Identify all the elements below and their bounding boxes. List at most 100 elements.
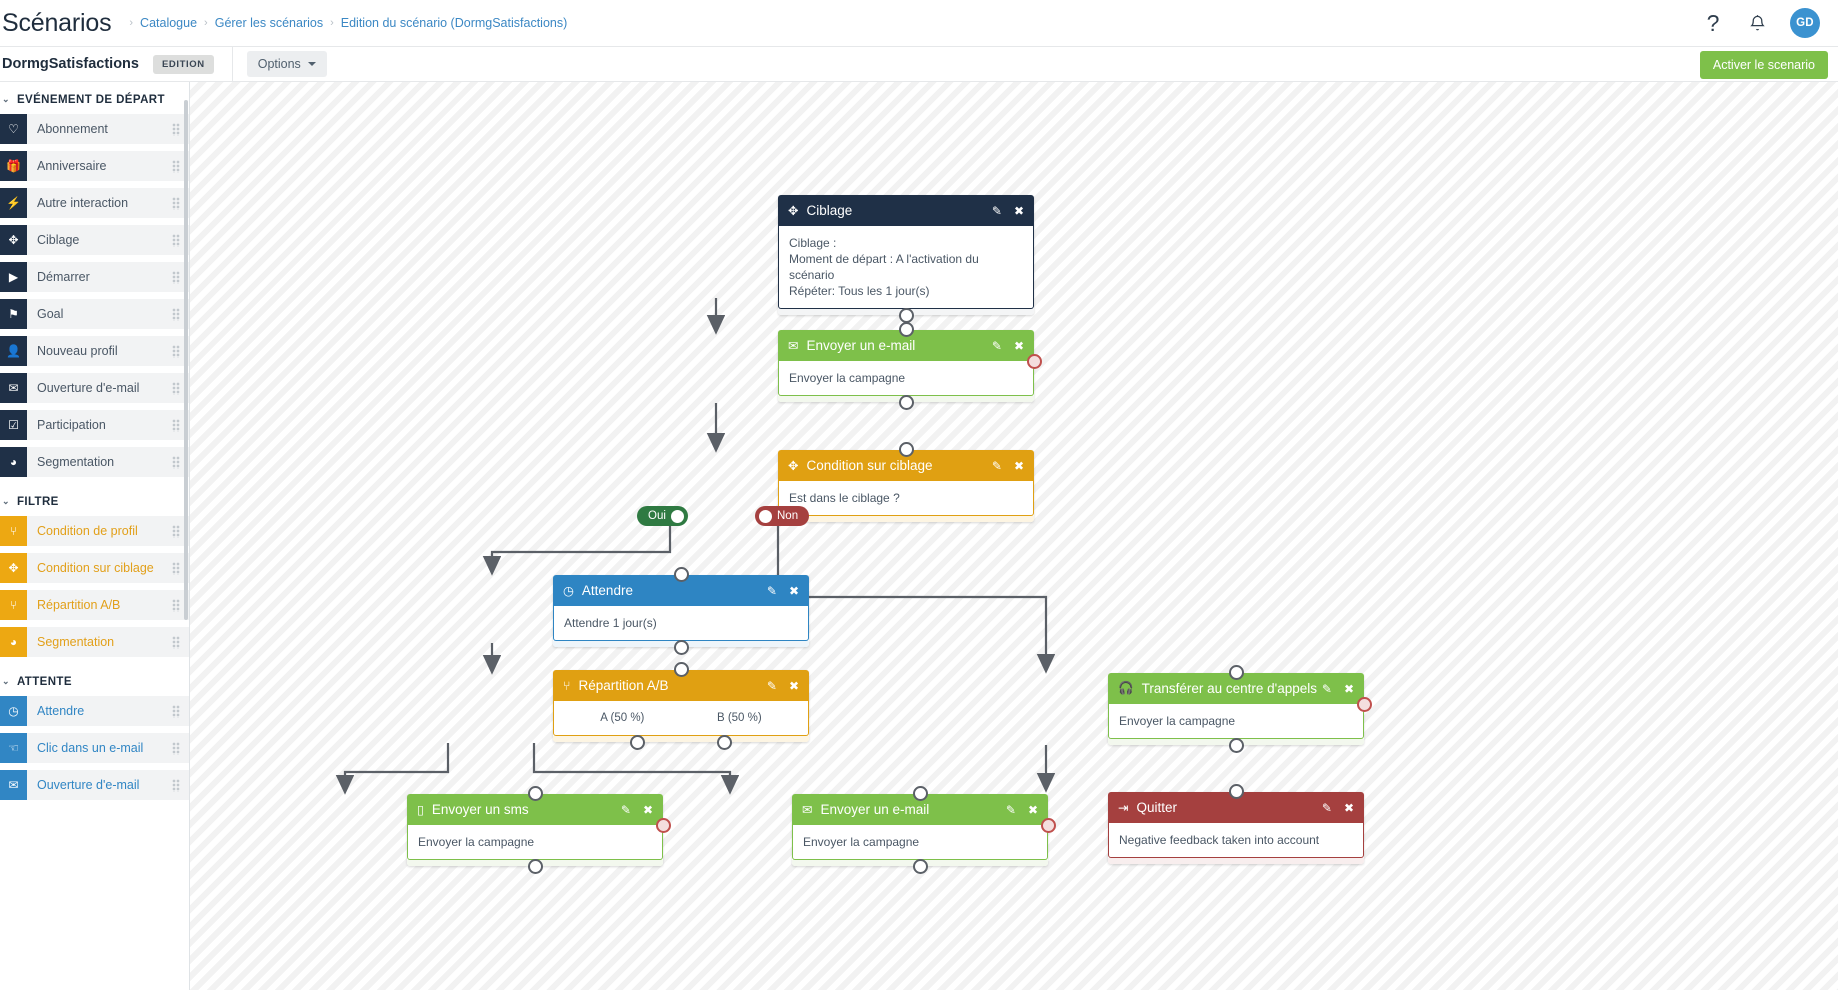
options-button[interactable]: Options: [246, 51, 327, 77]
sidebar-item-anniversaire[interactable]: 🎁 Anniversaire: [0, 151, 189, 181]
node-input-port[interactable]: [1228, 784, 1244, 799]
node-input-port[interactable]: [898, 322, 914, 337]
close-x-icon[interactable]: ✖: [1014, 459, 1024, 473]
sidebar-item-participation[interactable]: ☑ Participation: [0, 410, 189, 440]
sidebar-item-segmentation[interactable]: ◕ Segmentation: [0, 447, 189, 477]
branch-badge-no[interactable]: Non: [755, 506, 810, 526]
pencil-icon[interactable]: ✎: [767, 584, 777, 598]
sidebar-item-condition-de-profil[interactable]: ⑂ Condition de profil: [0, 516, 189, 546]
flow-node-transfer[interactable]: 🎧 Transférer au centre d'appels ✎ ✖ Envoyer …: [1108, 665, 1372, 753]
drag-handle-icon[interactable]: [172, 233, 180, 247]
scenario-canvas[interactable]: ✥ Ciblage ✎ ✖ Ciblage : Moment de départ : A …: [190, 82, 1838, 990]
close-x-icon[interactable]: ✖: [789, 679, 799, 693]
sidebar-item-ouverture-d-e-mail[interactable]: ✉ Ouverture d'e-mail: [0, 373, 189, 403]
flow-node-quitter[interactable]: ⇥ Quitter ✎ ✖ Negative feedback taken into a…: [1108, 784, 1364, 864]
drag-handle-icon[interactable]: [172, 524, 180, 538]
close-x-icon[interactable]: ✖: [1344, 801, 1354, 815]
drag-handle-icon[interactable]: [172, 741, 180, 755]
sidebar-item-goal[interactable]: ⚑ Goal: [0, 299, 189, 329]
drag-handle-icon[interactable]: [172, 270, 180, 284]
node-output-port[interactable]: [527, 859, 543, 874]
sidebar-item-label: Anniversaire: [37, 159, 107, 173]
drag-handle-icon[interactable]: [172, 196, 180, 210]
sidebar-item-nouveau-profil[interactable]: 👤 Nouveau profil: [0, 336, 189, 366]
flow-node-email1[interactable]: ✉ Envoyer un e-mail ✎ ✖ Envoyer la campagne: [778, 322, 1042, 410]
avatar[interactable]: GD: [1790, 8, 1820, 38]
close-x-icon[interactable]: ✖: [1014, 204, 1024, 218]
node-error-port[interactable]: [1027, 354, 1042, 369]
node-error-port[interactable]: [1357, 697, 1372, 712]
sidebar-item-abonnement[interactable]: ♡ Abonnement: [0, 114, 189, 144]
drag-handle-icon[interactable]: [172, 635, 180, 649]
flow-node-email2[interactable]: ✉ Envoyer un e-mail ✎ ✖ Envoyer la campagne: [792, 786, 1056, 874]
drag-handle-icon[interactable]: [172, 122, 180, 136]
node-input-port[interactable]: [673, 567, 689, 582]
node-output-port[interactable]: [898, 308, 914, 323]
help-icon[interactable]: ?: [1702, 11, 1724, 34]
pencil-icon[interactable]: ✎: [992, 204, 1002, 218]
sidebar-item-ouverture-d-e-mail[interactable]: ✉ Ouverture d'e-mail: [0, 770, 189, 800]
node-input-port[interactable]: [1228, 665, 1244, 680]
node-input-port[interactable]: [912, 786, 928, 801]
drag-handle-icon[interactable]: [172, 598, 180, 612]
drag-handle-icon[interactable]: [172, 418, 180, 432]
pencil-icon[interactable]: ✎: [1322, 801, 1332, 815]
pencil-icon[interactable]: ✎: [621, 803, 631, 817]
drag-handle-icon[interactable]: [172, 778, 180, 792]
node-error-port[interactable]: [1041, 818, 1056, 833]
close-x-icon[interactable]: ✖: [1028, 803, 1038, 817]
sidebar-scrollbar[interactable]: [184, 100, 188, 620]
node-output-port[interactable]: [898, 395, 914, 410]
sidebar-group-header[interactable]: ⌄ EVÉNEMENT DE DÉPART: [0, 82, 189, 114]
sidebar-item-ciblage[interactable]: ✥ Ciblage: [0, 225, 189, 255]
node-input-port[interactable]: [898, 442, 914, 457]
activate-scenario-button[interactable]: Activer le scenario: [1699, 51, 1828, 79]
flow-node-header[interactable]: ✥ Ciblage ✎ ✖: [778, 195, 1034, 226]
drag-handle-icon[interactable]: [172, 561, 180, 575]
node-input-port[interactable]: [673, 662, 689, 677]
sidebar-item-attendre[interactable]: ◷ Attendre: [0, 696, 189, 726]
drag-handle-icon[interactable]: [172, 381, 180, 395]
sidebar-item-r-partition-a-b[interactable]: ⑂ Répartition A/B: [0, 590, 189, 620]
close-x-icon[interactable]: ✖: [789, 584, 799, 598]
drag-handle-icon[interactable]: [172, 307, 180, 321]
breadcrumb-item-manage-scenarios[interactable]: Gérer les scénarios: [215, 16, 323, 30]
branch-badge-yes[interactable]: Oui: [637, 506, 688, 526]
branch-port-yes[interactable]: [670, 509, 684, 523]
pencil-icon[interactable]: ✎: [1322, 682, 1332, 696]
close-x-icon[interactable]: ✖: [643, 803, 653, 817]
node-output-port[interactable]: [912, 859, 928, 874]
close-x-icon[interactable]: ✖: [1014, 339, 1024, 353]
sidebar-item-d-marrer[interactable]: ▶ Démarrer: [0, 262, 189, 292]
flow-node-condition[interactable]: ✥ Condition sur ciblage ✎ ✖ Est dans le cibl…: [778, 442, 1034, 522]
breadcrumb-item-catalogue[interactable]: Catalogue: [140, 16, 197, 30]
node-output-port-a[interactable]: [629, 735, 645, 750]
flow-node-abtest[interactable]: ⑂ Répartition A/B ✎ ✖ A (50 %) B (50 %): [553, 662, 809, 750]
node-output-port[interactable]: [1228, 738, 1244, 753]
node-error-port[interactable]: [656, 818, 671, 833]
sidebar-item-condition-sur-ciblage[interactable]: ✥ Condition sur ciblage: [0, 553, 189, 583]
sidebar-item-autre-interaction[interactable]: ⚡ Autre interaction: [0, 188, 189, 218]
sidebar-item-clic-dans-un-e-mail[interactable]: ☜ Clic dans un e-mail: [0, 733, 189, 763]
node-input-port[interactable]: [527, 786, 543, 801]
sidebar-item-segmentation[interactable]: ◕ Segmentation: [0, 627, 189, 657]
drag-handle-icon[interactable]: [172, 455, 180, 469]
drag-handle-icon[interactable]: [172, 344, 180, 358]
breadcrumb-item-edit-scenario[interactable]: Edition du scénario (DormgSatisfactions): [341, 16, 568, 30]
node-output-port[interactable]: [673, 640, 689, 655]
flow-node-sms[interactable]: ▯ Envoyer un sms ✎ ✖ Envoyer la campagne: [407, 786, 671, 874]
branch-port-no[interactable]: [759, 509, 772, 523]
pencil-icon[interactable]: ✎: [767, 679, 777, 693]
drag-handle-icon[interactable]: [172, 704, 180, 718]
pencil-icon[interactable]: ✎: [992, 339, 1002, 353]
pencil-icon[interactable]: ✎: [992, 459, 1002, 473]
notification-bell-icon[interactable]: [1746, 12, 1768, 34]
sidebar-group-header[interactable]: ⌄ ATTENTE: [0, 664, 189, 696]
close-x-icon[interactable]: ✖: [1344, 682, 1354, 696]
sidebar-group-header[interactable]: ⌄ FILTRE: [0, 484, 189, 516]
node-output-port-b[interactable]: [717, 735, 733, 750]
pencil-icon[interactable]: ✎: [1006, 803, 1016, 817]
flow-node-ciblage[interactable]: ✥ Ciblage ✎ ✖ Ciblage : Moment de départ : A …: [778, 195, 1034, 323]
drag-handle-icon[interactable]: [172, 159, 180, 173]
flow-node-attendre[interactable]: ◷ Attendre ✎ ✖ Attendre 1 jour(s): [553, 567, 809, 655]
